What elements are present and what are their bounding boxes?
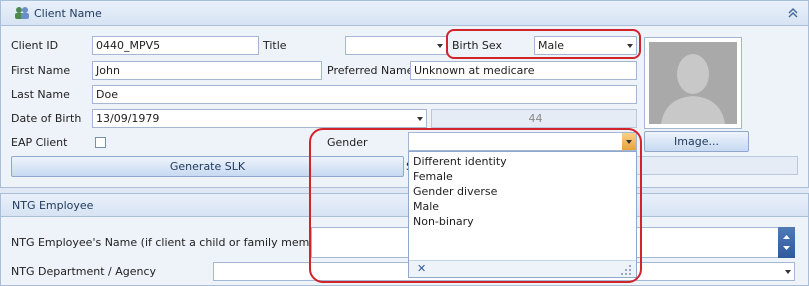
- age-field: 44: [431, 109, 637, 128]
- scroll-button[interactable]: [778, 227, 795, 258]
- gender-highlight: [309, 128, 642, 283]
- preferred-name-field[interactable]: Unknown at medicare: [410, 61, 637, 80]
- slk-field: [636, 156, 798, 175]
- people-icon: [14, 6, 30, 20]
- dob-value: 13/09/1979: [96, 112, 160, 125]
- last-name-label: Last Name: [11, 88, 70, 101]
- collapse-chevron-icon[interactable]: [787, 6, 799, 20]
- ntg-employee-name-label: NTG Employee's Name (if client a child o…: [11, 236, 332, 249]
- first-name-field[interactable]: John: [92, 61, 322, 80]
- ntg-department-label: NTG Department / Agency: [11, 265, 157, 278]
- dob-label: Date of Birth: [11, 112, 82, 125]
- client-id-label: Client ID: [11, 39, 59, 52]
- chevron-down-icon: [785, 270, 791, 274]
- last-name-field[interactable]: Doe: [92, 85, 637, 104]
- eap-client-label: EAP Client: [11, 136, 68, 149]
- client-photo-placeholder: [644, 37, 742, 129]
- preferred-name-label: Preferred Name: [327, 64, 414, 77]
- image-button[interactable]: Image...: [644, 131, 749, 152]
- client-name-panel-header[interactable]: Client Name: [0, 0, 809, 26]
- title-label: Title: [263, 39, 287, 52]
- title-select[interactable]: [345, 36, 447, 55]
- scroll-arrows-icon: [783, 235, 790, 250]
- avatar-silhouette-icon: [661, 54, 725, 124]
- ntg-employee-panel-title: NTG Employee: [12, 199, 94, 212]
- chevron-down-icon: [437, 44, 443, 48]
- dob-field[interactable]: 13/09/1979: [92, 109, 427, 128]
- birth-sex-highlight: [446, 29, 641, 59]
- first-name-label: First Name: [11, 64, 71, 77]
- client-id-field[interactable]: 0440_MPV5: [92, 36, 259, 55]
- chevron-down-icon: [417, 117, 423, 121]
- client-name-panel-title: Client Name: [34, 7, 102, 20]
- eap-client-checkbox[interactable]: [95, 137, 106, 148]
